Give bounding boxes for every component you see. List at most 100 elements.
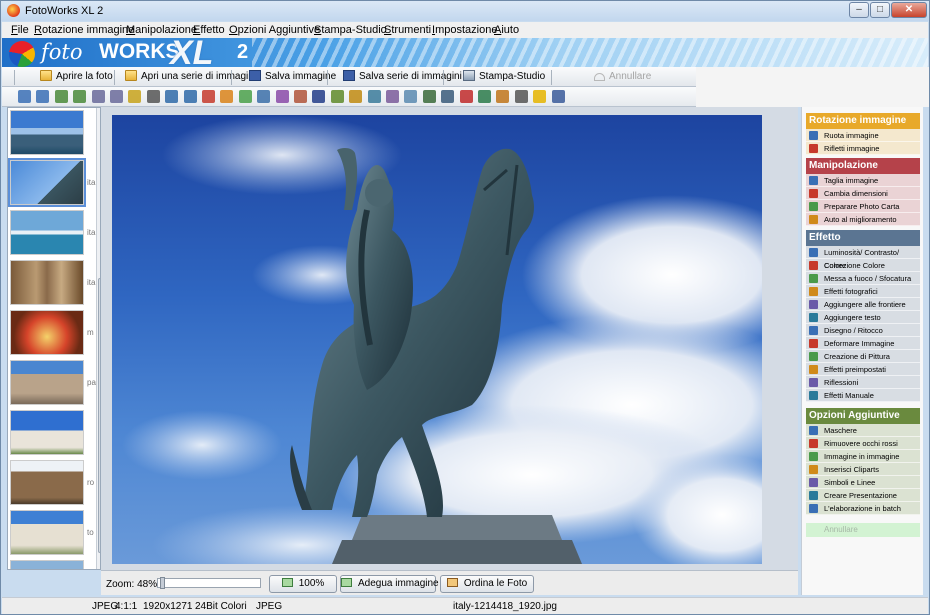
main-photo[interactable] xyxy=(112,115,762,564)
print-studio-button[interactable]: Stampa-Studio xyxy=(463,69,545,86)
flip-horizontal-icon[interactable] xyxy=(91,90,105,103)
warp-icon[interactable] xyxy=(349,90,363,103)
side-item[interactable]: Effetti Manuale xyxy=(806,389,920,402)
zoom-slider[interactable] xyxy=(157,577,261,589)
side-item[interactable]: Cambia dimensioni xyxy=(806,187,920,200)
menu-options[interactable]: Opzioni Aggiuntive xyxy=(229,24,320,36)
side-item[interactable]: Ruota immagine xyxy=(806,129,920,142)
side-item[interactable]: Aggiungere alle frontiere xyxy=(806,298,920,311)
pisa-tower-thumb[interactable] xyxy=(10,510,84,555)
side-undo-button[interactable]: Annullare xyxy=(806,523,920,537)
paint-icon[interactable] xyxy=(367,90,381,103)
side-item[interactable]: Creare Presentazione xyxy=(806,489,920,502)
options-header[interactable]: Opzioni Aggiuntive xyxy=(806,408,920,424)
flip-vertical-icon[interactable] xyxy=(110,90,123,103)
title-bar[interactable]: FotoWorks XL 2 – □ ✕ xyxy=(1,1,929,21)
red-eye-icon[interactable] xyxy=(459,90,473,103)
side-item[interactable]: Simboli e Linee xyxy=(806,476,920,489)
sort-photos-icon xyxy=(446,578,458,587)
menu-tools[interactable]: Strumenti xyxy=(384,24,431,36)
logo-xl-text: XL xyxy=(170,38,214,67)
side-item[interactable]: Correzione Colore xyxy=(806,259,920,272)
side-item[interactable]: Maschere xyxy=(806,424,920,437)
symbol-icon[interactable] xyxy=(514,90,528,103)
photo-effects-icon[interactable] xyxy=(275,90,289,103)
picture-in-picture-icon[interactable] xyxy=(478,90,491,103)
open-series-button[interactable]: Apri una serie di immagini xyxy=(125,69,256,86)
frame-icon[interactable] xyxy=(294,90,307,103)
drawing-icon[interactable] xyxy=(330,90,344,103)
color-icon[interactable] xyxy=(238,90,252,103)
side-item-label: Immagine in immagine xyxy=(824,452,900,461)
side-item[interactable]: Preparare Photo Carta xyxy=(806,200,920,213)
save-image-button[interactable]: Salva immagine xyxy=(249,69,336,86)
text-icon[interactable] xyxy=(312,90,326,103)
rotate-right-icon[interactable] xyxy=(36,90,50,103)
church-thumb[interactable] xyxy=(10,360,84,405)
resize-icon[interactable] xyxy=(183,90,197,103)
pizza-thumb[interactable] xyxy=(10,310,84,355)
side-item[interactable]: Taglia immagine xyxy=(806,174,920,187)
coast-thumb[interactable] xyxy=(10,110,84,155)
manipulation-header[interactable]: Manipolazione xyxy=(806,158,920,174)
side-item[interactable]: Immagine in immagine xyxy=(806,450,920,463)
reflection-icon[interactable] xyxy=(404,90,418,103)
auto-enhance-icon[interactable] xyxy=(202,90,215,103)
mask-icon[interactable] xyxy=(441,90,455,103)
thumbnail-strip[interactable]: itaitaitamparotovi xyxy=(7,107,101,570)
statue-thumb[interactable] xyxy=(8,158,86,207)
menu-settings[interactable]: Impostazione xyxy=(432,24,497,36)
minimize-button[interactable]: – xyxy=(849,2,869,18)
side-item[interactable]: Rifletti immagine xyxy=(806,142,920,155)
side-item[interactable]: Inserisci Cliparts xyxy=(806,463,920,476)
side-item[interactable]: Aggiungere testo xyxy=(806,311,920,324)
pisa-thumb[interactable] xyxy=(10,410,84,455)
side-item[interactable]: Luminosità/ Contrasto/ Colore xyxy=(806,246,920,270)
side-item[interactable]: Effetti fotografici xyxy=(806,285,920,298)
fit-image-button[interactable]: Adegua immagine xyxy=(340,575,439,593)
menu-effect[interactable]: Effetto xyxy=(193,24,225,36)
side-item[interactable]: Rimuovere occhi rossi xyxy=(806,437,920,450)
side-item[interactable]: Auto al miglioramento xyxy=(806,213,920,226)
venice-thumb[interactable] xyxy=(10,260,84,305)
sort-photos-button[interactable]: Ordina le Foto xyxy=(440,575,534,593)
flash-icon[interactable] xyxy=(128,90,142,103)
side-item[interactable]: Disegno / Ritocco xyxy=(806,324,920,337)
side-item[interactable]: Riflessioni xyxy=(806,376,920,389)
zoom-100-button[interactable]: 100% xyxy=(269,575,337,593)
sharpen-icon[interactable] xyxy=(257,90,271,103)
menu-file[interactable]: File xyxy=(11,24,29,36)
batch-icon[interactable] xyxy=(551,90,565,103)
side-item[interactable]: Creazione di Pittura xyxy=(806,350,920,363)
undo-button[interactable]: Annullare xyxy=(594,69,651,86)
landscape-thumb[interactable] xyxy=(10,560,84,569)
colosseum-thumb[interactable] xyxy=(10,460,84,505)
close-button[interactable]: ✕ xyxy=(891,2,927,18)
manual-effects-icon[interactable] xyxy=(422,90,436,103)
side-item[interactable]: Effetti preimpostati xyxy=(806,363,920,376)
rotate-ccw-icon[interactable] xyxy=(54,90,68,103)
menu-rotation[interactable]: Rotazione immagine xyxy=(34,24,134,36)
side-item[interactable]: L'elaborazione in batch xyxy=(806,502,920,515)
menu-help[interactable]: Aiuto xyxy=(494,24,519,36)
crop-icon[interactable] xyxy=(165,90,179,103)
boats-thumb[interactable] xyxy=(10,210,84,255)
side-item-label: Inserisci Cliparts xyxy=(824,465,880,474)
presets-icon[interactable] xyxy=(386,90,399,103)
side-item[interactable]: Deformare Immagine xyxy=(806,337,920,350)
maximize-button[interactable]: □ xyxy=(870,2,890,18)
clipart-icon[interactable] xyxy=(496,90,510,103)
rotation-header[interactable]: Rotazione immagine xyxy=(806,113,920,129)
cut-icon[interactable] xyxy=(146,90,160,103)
zoom-slider-knob[interactable] xyxy=(159,577,165,589)
rotate-cw-icon[interactable] xyxy=(73,90,87,103)
effect-header[interactable]: Effetto xyxy=(806,230,920,246)
levels-icon[interactable] xyxy=(220,90,234,103)
menu-manipulation[interactable]: Manipolazione xyxy=(126,24,197,36)
rotate-left-icon[interactable] xyxy=(18,90,31,103)
side-item[interactable]: Messa a fuoco / Sfocatura xyxy=(806,272,920,285)
open-photo-button[interactable]: Aprire la foto xyxy=(40,69,113,86)
menu-print-studio[interactable]: Stampa-Studio xyxy=(314,24,387,36)
save-series-button[interactable]: Salva serie di immagini xyxy=(343,69,462,86)
star-icon[interactable] xyxy=(533,90,547,103)
